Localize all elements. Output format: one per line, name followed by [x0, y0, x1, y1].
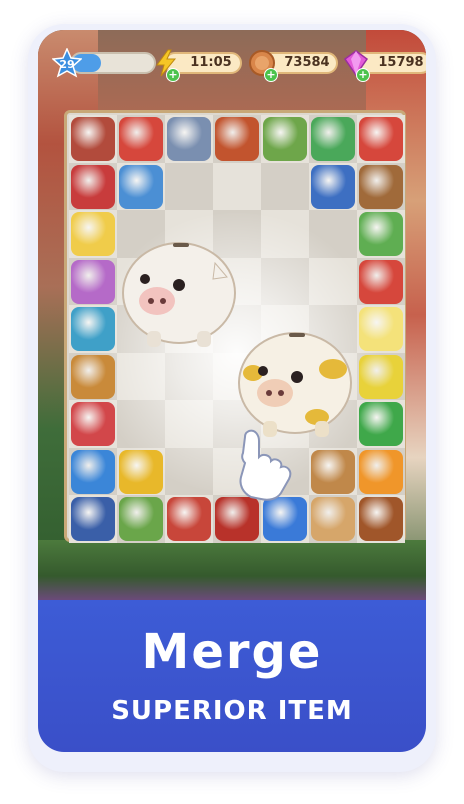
atv-icon[interactable] — [71, 164, 115, 209]
game-screen: 29 11:05 + 73584 + 15798 + — [38, 30, 426, 600]
flower-basket-icon[interactable] — [71, 259, 115, 304]
gems-plus-icon[interactable]: + — [356, 68, 370, 82]
ice-cooler-icon[interactable] — [71, 402, 115, 446]
coins-plus-icon[interactable]: + — [264, 68, 278, 82]
lightning-crate-icon[interactable] — [359, 117, 403, 161]
broom-basket-icon[interactable] — [359, 164, 403, 209]
piggy-bank-gold[interactable] — [233, 313, 357, 443]
bonsai-tree-icon[interactable] — [263, 117, 307, 161]
lightning-crate-icon[interactable] — [119, 117, 163, 161]
gold-bar-icon[interactable] — [119, 449, 163, 494]
wagon-icon[interactable] — [71, 117, 115, 161]
cheese-wheel-icon[interactable] — [71, 212, 115, 256]
banner-subtitle: SUPERIOR ITEM — [111, 696, 353, 726]
flower-pot-icon[interactable] — [119, 497, 163, 541]
promo-banner: Merge SUPERIOR ITEM — [38, 600, 426, 752]
town-background-bottom — [38, 540, 426, 600]
butterfly-blue-icon[interactable] — [263, 497, 307, 541]
lantern-icon[interactable] — [71, 354, 115, 399]
level-number: 29 — [59, 58, 75, 71]
water-tank-icon[interactable] — [311, 164, 355, 209]
blue-stool-icon[interactable] — [71, 449, 115, 494]
green-pillow-icon[interactable] — [359, 402, 403, 446]
merge-board — [64, 110, 406, 543]
nut-sack-icon[interactable] — [311, 449, 355, 494]
lightning-crate-icon[interactable] — [359, 259, 403, 304]
tutorial-hand-icon — [239, 429, 292, 501]
xp-progress-bar[interactable] — [70, 52, 156, 74]
lawn-mower-icon[interactable] — [215, 117, 259, 161]
piggy-bank-white[interactable] — [117, 223, 243, 353]
burger-icon[interactable] — [359, 497, 403, 541]
fruit-crate-icon[interactable] — [359, 212, 403, 256]
rose-box-icon[interactable] — [167, 497, 211, 541]
acorn-flowers-icon[interactable] — [311, 497, 355, 541]
drill-tool-icon[interactable] — [311, 117, 355, 161]
butterfly-yellow-icon[interactable] — [359, 307, 403, 351]
tent-icon[interactable] — [119, 164, 163, 209]
parrot-icon[interactable] — [215, 497, 259, 541]
durian-icon[interactable] — [359, 354, 403, 399]
energy-plus-icon[interactable]: + — [166, 68, 180, 82]
board-tile[interactable] — [165, 162, 213, 211]
mailbox-icon[interactable] — [71, 497, 115, 541]
orange-pumpkin-icon[interactable] — [359, 449, 403, 494]
board-tile[interactable] — [213, 162, 261, 211]
hud-bar: 29 11:05 + 73584 + 15798 + — [52, 48, 426, 82]
board-tile[interactable] — [261, 162, 309, 211]
toolbox-icon[interactable] — [167, 117, 211, 161]
banner-title: Merge — [141, 624, 323, 680]
beach-umbrella-icon[interactable] — [71, 307, 115, 351]
